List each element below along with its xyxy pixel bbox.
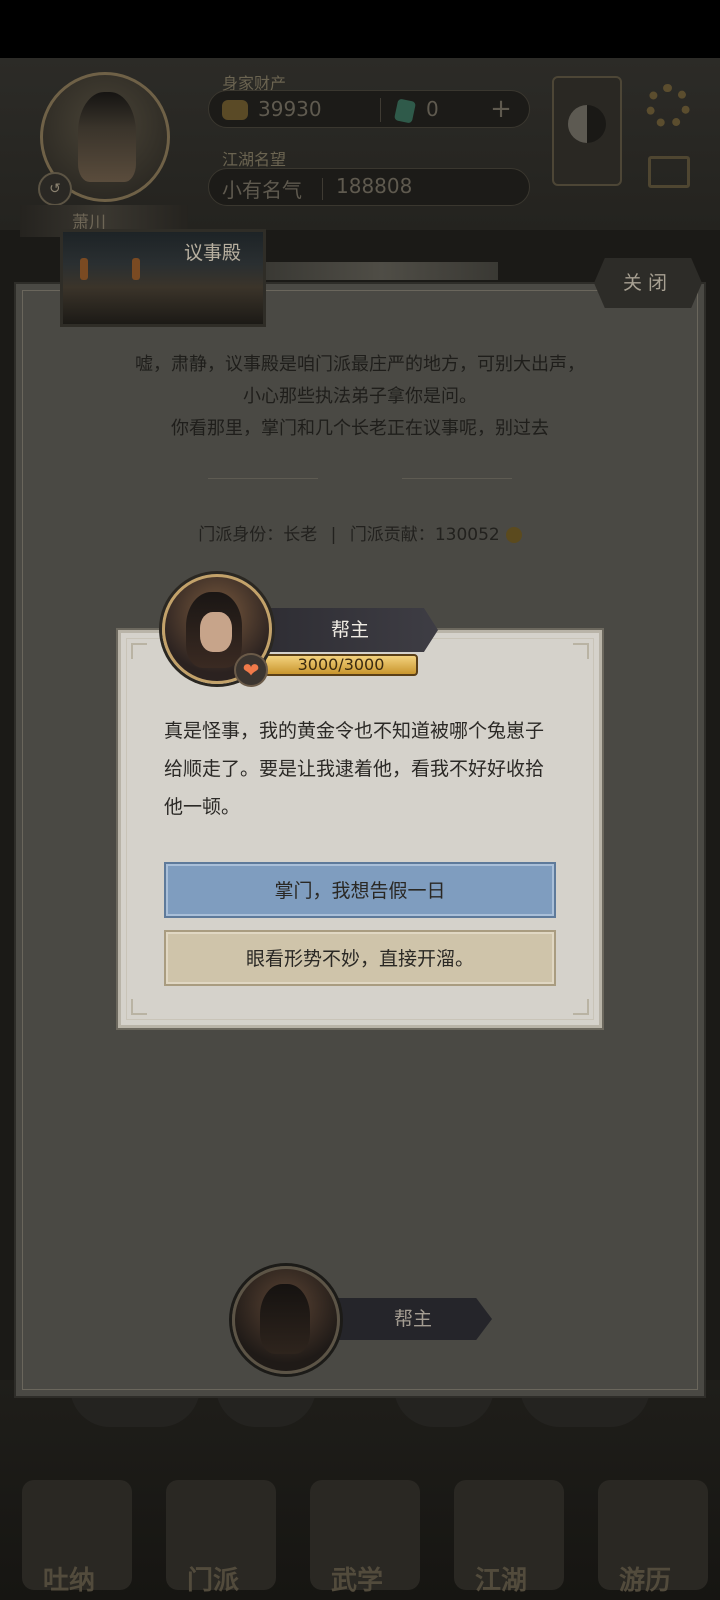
player-portrait: [78, 92, 136, 182]
contribution-coin-icon: [505, 527, 522, 543]
divider: [208, 478, 318, 479]
divider: [402, 478, 512, 479]
corner-ornament: [131, 643, 147, 659]
mail-icon[interactable]: [648, 156, 690, 188]
choice-request-leave-button[interactable]: 掌门，我想告假一日: [166, 864, 554, 916]
choice-run-away-button[interactable]: 眼看形势不妙，直接开溜。: [166, 932, 554, 984]
dialog-text: 真是怪事，我的黄金令也不知道被哪个兔崽子给顺走了。要是让我逮着他，看我不好好收拾…: [164, 720, 545, 818]
gold-ingot-icon: [222, 100, 248, 120]
fame-value: 188808: [336, 174, 413, 198]
contribution-value: 130052: [434, 525, 500, 545]
nav-label: 吐纳: [42, 1566, 95, 1596]
assets-divider: [380, 98, 381, 122]
add-currency-button[interactable]: +: [488, 96, 514, 122]
lantern-icon: [132, 258, 140, 280]
taiji-icon[interactable]: [568, 105, 606, 143]
gold-amount: 39930: [258, 97, 322, 121]
nav-label: 游历: [618, 1566, 671, 1596]
sect-info: 门派身份：长老 | 门派贡献：130052: [22, 520, 698, 545]
location-title: 议事殿: [184, 242, 242, 264]
intro-line: 嘘，肃静，议事殿是咱门派最庄严的地方，可别大出声，: [135, 354, 585, 375]
npc-name: 帮主: [262, 608, 438, 652]
nav-label: 门派: [186, 1566, 239, 1596]
lantern-icon: [80, 258, 88, 280]
nav-label: 武学: [330, 1566, 383, 1596]
bottom-npc-portrait: [260, 1284, 310, 1354]
favor-bar: 3000/3000: [264, 654, 418, 676]
fame-divider: [322, 178, 323, 200]
assets-field: [208, 90, 530, 128]
title-strip: [266, 262, 498, 280]
contribution-label: 门派贡献：: [349, 525, 435, 545]
fame-label: 江湖名望: [222, 150, 287, 169]
npc-face: [200, 612, 232, 652]
gear-icon[interactable]: [646, 84, 690, 128]
corner-ornament: [131, 999, 147, 1015]
separator: |: [330, 525, 337, 545]
bottom-npc-name[interactable]: 帮主: [334, 1298, 492, 1340]
nav-label: 江湖: [474, 1566, 527, 1596]
corner-ornament: [573, 643, 589, 659]
sect-identity: 长老: [283, 525, 318, 545]
heart-icon: ❤: [234, 653, 268, 687]
status-bar: [0, 0, 720, 58]
close-button[interactable]: 关闭: [594, 258, 702, 308]
sect-identity-label: 门派身份：: [198, 525, 284, 545]
intro-line: 小心那些执法弟子拿你是问。: [243, 386, 477, 407]
corner-ornament: [573, 999, 589, 1015]
fame-title: 小有名气: [222, 178, 302, 202]
intro-line: 你看那里，掌门和几个长老正在议事呢，别过去: [171, 418, 549, 439]
refresh-icon[interactable]: ↺: [38, 172, 72, 206]
jade-amount: 0: [426, 97, 439, 121]
